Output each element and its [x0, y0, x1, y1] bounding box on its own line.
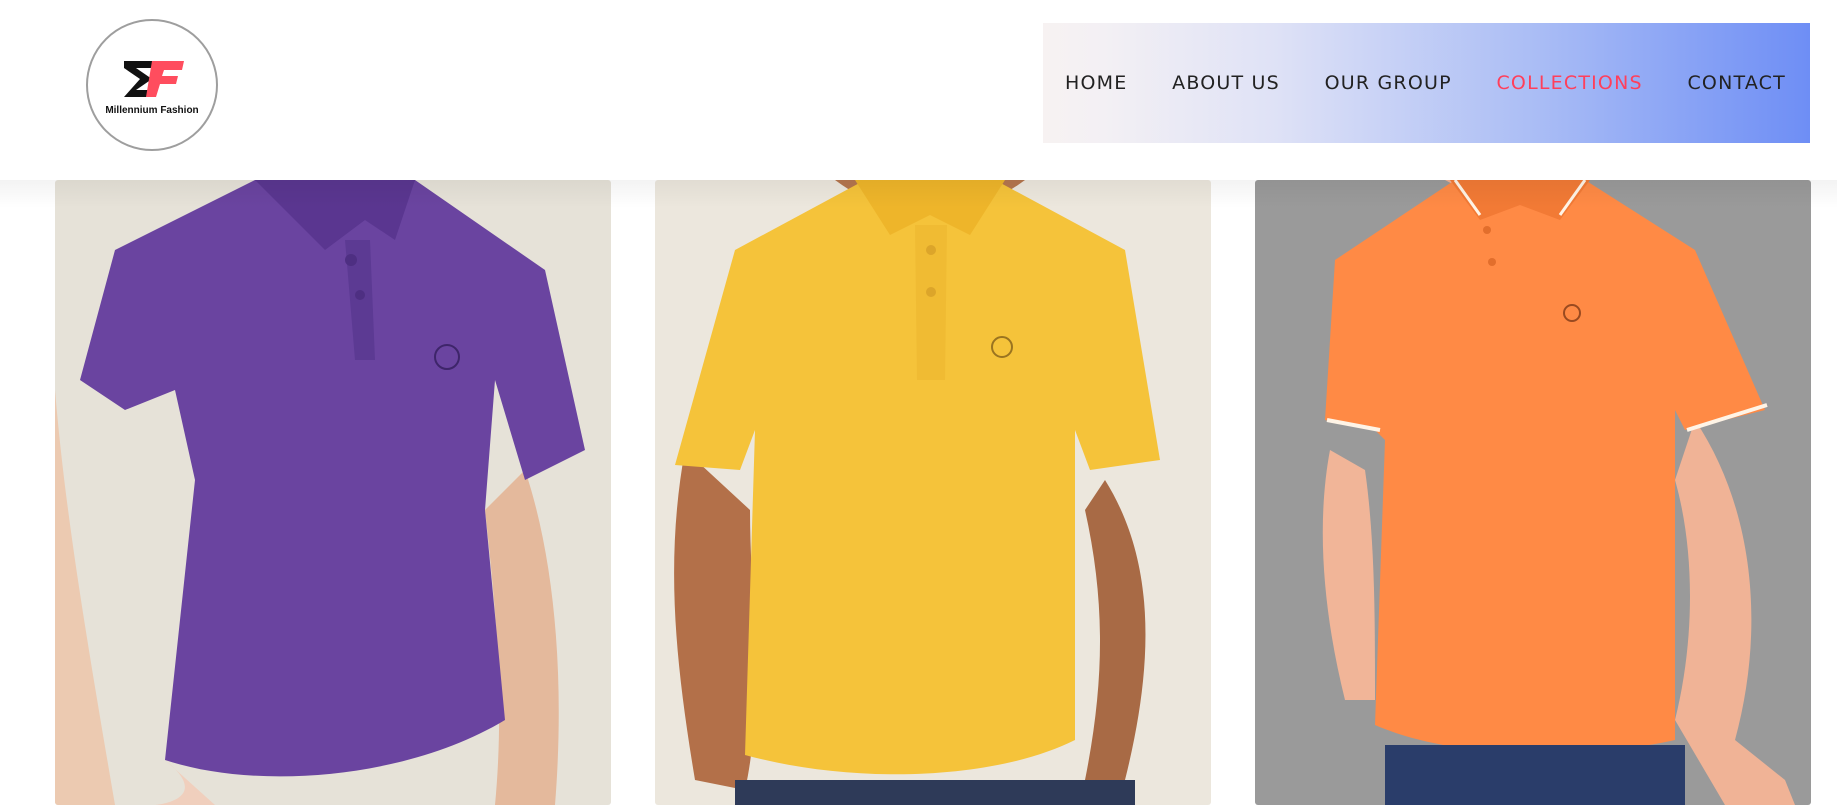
brand-name: Millennium Fashion — [105, 105, 199, 116]
header-shadow — [0, 178, 1837, 208]
mf-logo-mark-icon — [124, 61, 184, 97]
main-navigation: HOME ABOUT US OUR GROUP COLLECTIONS CONT… — [1043, 23, 1810, 143]
nav-contact[interactable]: CONTACT — [1687, 72, 1786, 94]
nav-collections[interactable]: COLLECTIONS — [1496, 72, 1642, 94]
product-card-yellow-polo[interactable] — [655, 180, 1211, 805]
nav-about-us[interactable]: ABOUT US — [1172, 72, 1280, 94]
nav-home[interactable]: HOME — [1065, 72, 1127, 94]
purple-polo-image — [55, 180, 611, 805]
brand-logo[interactable]: Millennium Fashion — [86, 19, 218, 151]
product-card-orange-polo[interactable] — [1255, 180, 1811, 805]
product-card-purple-polo[interactable] — [55, 180, 611, 805]
site-header: Millennium Fashion HOME ABOUT US OUR GRO… — [0, 0, 1837, 180]
nav-our-group[interactable]: OUR GROUP — [1325, 72, 1452, 94]
yellow-polo-image — [655, 180, 1211, 805]
orange-polo-image — [1255, 180, 1811, 805]
